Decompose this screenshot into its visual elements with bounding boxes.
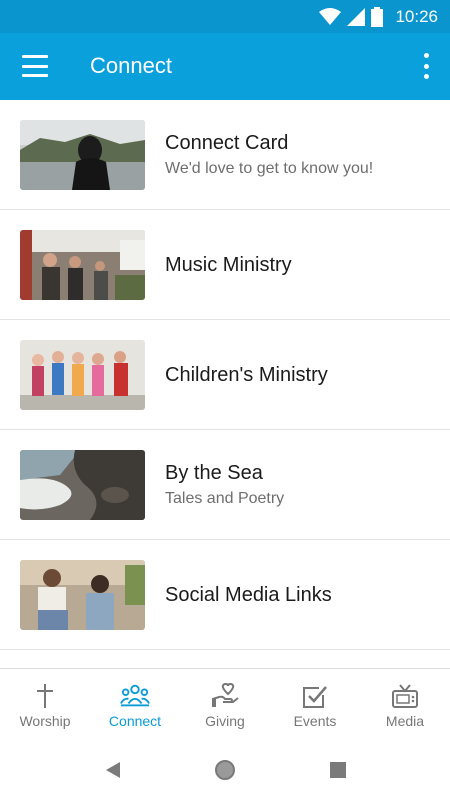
list-item-music-ministry[interactable]: Music Ministry <box>0 210 450 320</box>
back-icon[interactable] <box>104 760 122 780</box>
social-media-links-thumbnail <box>20 560 145 630</box>
item-title: Music Ministry <box>165 253 292 276</box>
connect-list: Connect Card We'd love to get to know yo… <box>0 100 450 670</box>
nav-label: Connect <box>108 713 162 729</box>
list-item-connect-card[interactable]: Connect Card We'd love to get to know yo… <box>0 100 450 210</box>
app-bar: Connect <box>0 33 450 100</box>
wifi-icon <box>319 8 342 25</box>
nav-events[interactable]: Events <box>270 669 360 740</box>
status-bar: 10:26 <box>0 0 450 33</box>
hamburger-menu-icon[interactable] <box>20 53 50 79</box>
status-icons: 10:26 <box>319 6 438 28</box>
item-subtitle: Tales and Poetry <box>165 490 285 507</box>
item-title: By the Sea <box>165 462 263 484</box>
tv-icon <box>390 683 420 709</box>
people-group-icon <box>120 683 150 709</box>
item-title: Social Media Links <box>165 583 332 606</box>
childrens-ministry-thumbnail <box>20 340 145 410</box>
nav-label: Media <box>385 713 425 729</box>
recents-icon[interactable] <box>330 762 346 778</box>
battery-icon <box>371 7 384 27</box>
page-title: Connect <box>90 53 172 78</box>
checkbox-icon <box>300 683 330 709</box>
nav-label: Events <box>293 713 337 729</box>
home-icon[interactable] <box>214 759 236 781</box>
status-time: 10:26 <box>395 7 438 26</box>
nav-giving[interactable]: Giving <box>180 669 270 740</box>
nav-connect[interactable]: Connect <box>90 669 180 740</box>
list-item-by-the-sea[interactable]: By the Sea Tales and Poetry <box>0 430 450 540</box>
nav-label: Worship <box>19 713 71 729</box>
hand-heart-icon <box>210 683 240 709</box>
cross-icon <box>30 683 60 709</box>
by-the-sea-thumbnail <box>20 450 145 520</box>
nav-worship[interactable]: Worship <box>0 669 90 740</box>
music-ministry-thumbnail <box>20 230 145 300</box>
connect-card-thumbnail <box>20 120 145 190</box>
list-item-childrens-ministry[interactable]: Children's Ministry <box>0 320 450 430</box>
cell-signal-icon <box>347 8 366 26</box>
nav-media[interactable]: Media <box>360 669 450 740</box>
more-vert-icon[interactable] <box>420 53 432 79</box>
nav-label: Giving <box>205 713 245 729</box>
bottom-nav: Worship Connect Giving Events Media <box>0 668 450 740</box>
item-title: Children's Ministry <box>165 363 328 386</box>
item-subtitle: We'd love to get to know you! <box>165 160 374 177</box>
list-item-social-media-links[interactable]: Social Media Links <box>0 540 450 650</box>
system-navigation-bar <box>0 740 450 800</box>
item-title: Connect Card <box>165 132 289 154</box>
